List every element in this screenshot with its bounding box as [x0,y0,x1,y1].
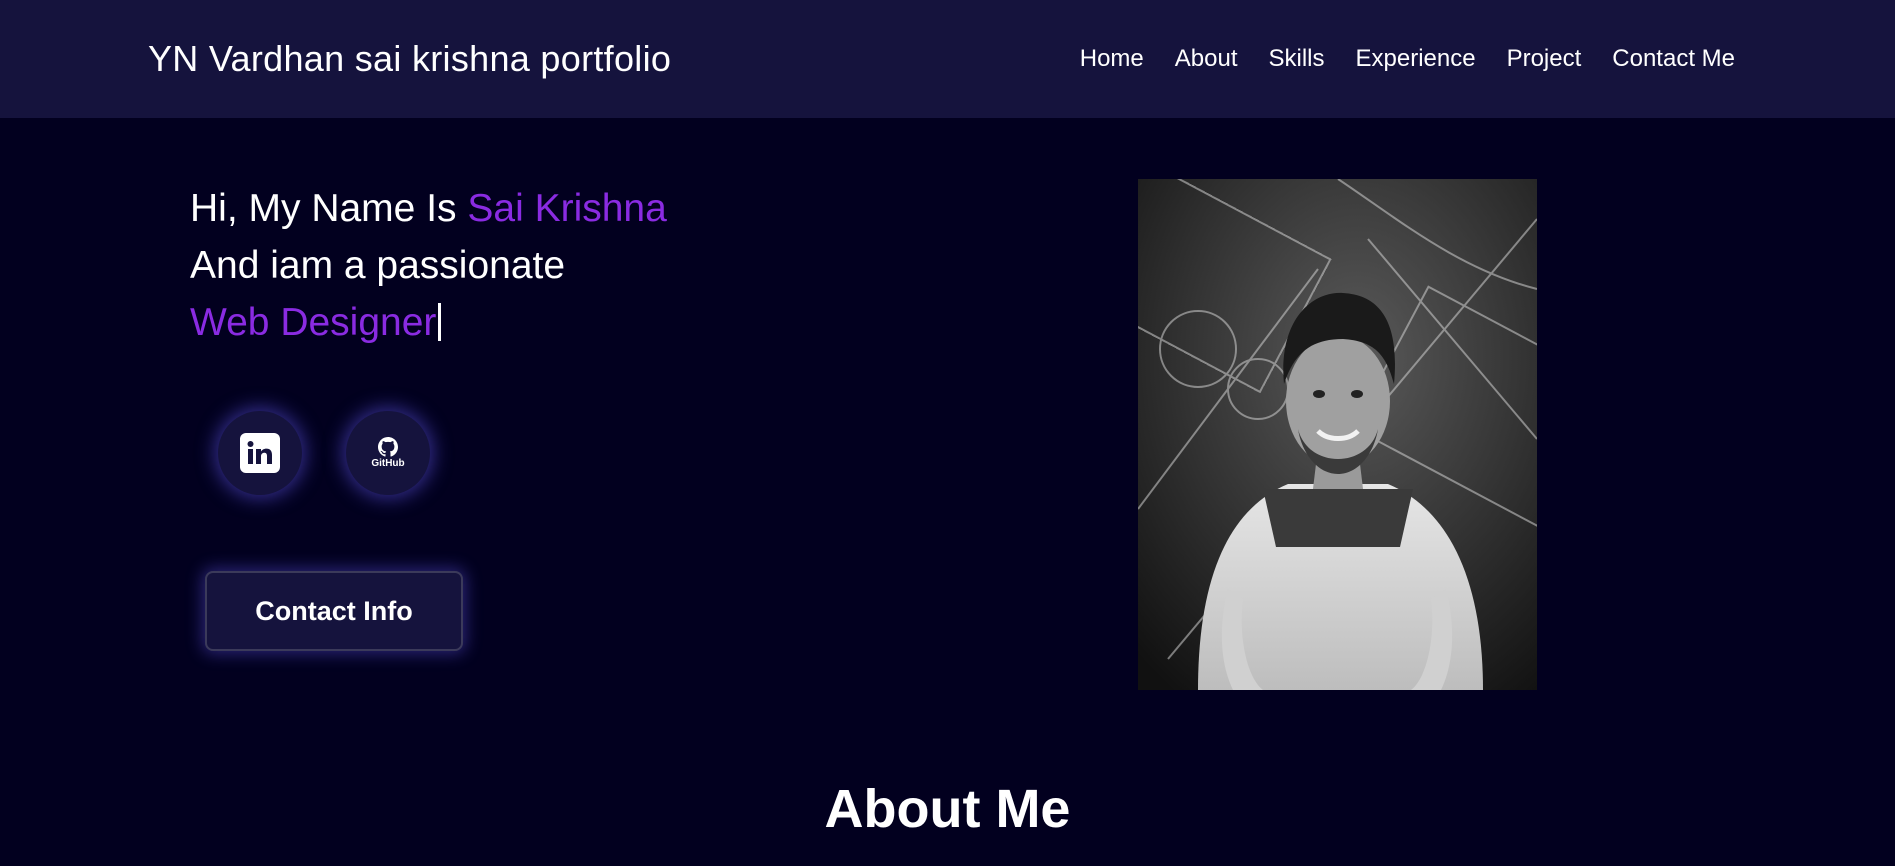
typing-cursor [438,303,442,341]
linkedin-icon [240,433,280,473]
hero-role: Web Designer [190,301,437,344]
hero-greeting: Hi, My Name Is [190,187,468,230]
linkedin-button[interactable] [218,411,302,495]
hero-line-2: And iam a passionate [190,244,566,287]
github-button[interactable]: GitHub [346,411,430,495]
site-brand[interactable]: YN Vardhan sai krishna portfolio [148,36,671,82]
hero-line-1: Hi, My Name Is Sai Krishna [190,180,667,237]
nav-link-about[interactable]: About [1175,44,1238,74]
contact-info-button[interactable]: Contact Info [205,571,463,651]
nav-menu: Home About Skills Experience Project Con… [1080,44,1735,74]
github-logo: GitHub [371,437,405,469]
about-section-title: About Me [824,779,1071,839]
hero-intro: Hi, My Name Is Sai Krishna And iam a pas… [190,180,667,351]
nav-link-experience[interactable]: Experience [1356,44,1476,74]
nav-link-project[interactable]: Project [1507,44,1582,74]
navbar: YN Vardhan sai krishna portfolio Home Ab… [0,0,1895,118]
github-icon [377,437,398,457]
hero-name: Sai Krishna [467,187,667,230]
hero-line-3: Web Designer [190,294,667,351]
profile-photo [1138,179,1537,690]
nav-link-skills[interactable]: Skills [1268,44,1324,74]
github-label: GitHub [371,458,405,469]
nav-link-contact[interactable]: Contact Me [1612,44,1735,74]
nav-link-home[interactable]: Home [1080,44,1144,74]
